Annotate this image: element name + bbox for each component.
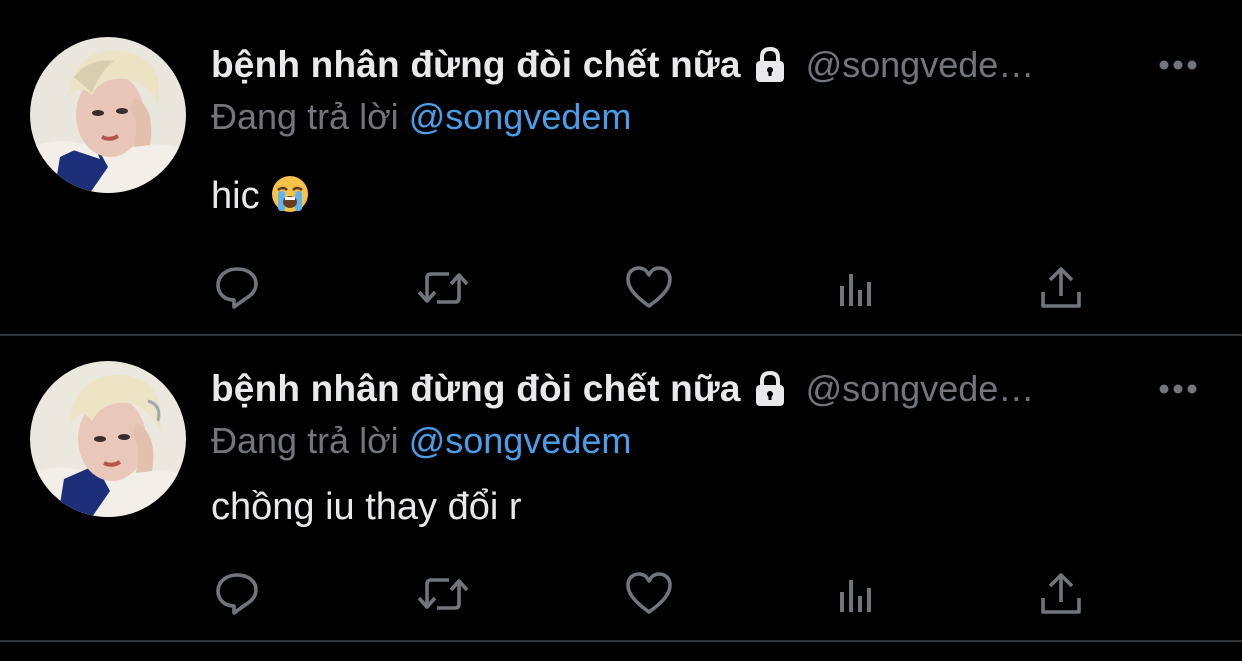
divider (0, 640, 1242, 642)
reply-mention[interactable]: @songvedem (409, 96, 632, 137)
more-dots-icon[interactable] (1158, 377, 1198, 401)
reply-context: Đang trả lời @songvedem (211, 96, 631, 138)
avatar[interactable] (30, 361, 186, 517)
lock-icon (751, 45, 789, 85)
handle: @songvede… (805, 44, 1035, 85)
tweet-text-content: chồng iu thay đổi r (211, 486, 522, 528)
action-bar (0, 566, 1242, 622)
tweet-text-content: hic (211, 175, 260, 217)
display-name[interactable]: bệnh nhân đừng đòi chết nữa (211, 368, 741, 410)
lock-icon (751, 369, 789, 409)
analytics-icon[interactable] (827, 566, 883, 622)
tweet-text: hic (211, 174, 310, 218)
loudly-crying-face-emoji (270, 174, 310, 214)
tweet-text: chồng iu thay đổi r (211, 486, 522, 529)
like-icon[interactable] (621, 566, 677, 622)
tweet[interactable]: bệnh nhân đừng đòi chết nữa @songvede… Đ… (0, 0, 1242, 336)
tweet-header: bệnh nhân đừng đòi chết nữa @songvede… (211, 44, 1132, 88)
reply-context: Đang trả lời @songvedem (211, 420, 631, 462)
share-icon[interactable] (1033, 566, 1089, 622)
reply-prefix: Đang trả lời (211, 96, 399, 137)
tweet-header: bệnh nhân đừng đòi chết nữa @songvede… (211, 368, 1132, 412)
handle: @songvede… (805, 368, 1035, 409)
tweet[interactable]: bệnh nhân đừng đòi chết nữa @songvede… Đ… (0, 306, 1242, 642)
reply-icon[interactable] (209, 566, 265, 622)
retweet-icon[interactable] (415, 566, 471, 622)
display-name[interactable]: bệnh nhân đừng đòi chết nữa (211, 44, 741, 86)
avatar[interactable] (30, 37, 186, 193)
more-dots-icon[interactable] (1158, 53, 1198, 77)
reply-prefix: Đang trả lời (211, 420, 399, 461)
reply-mention[interactable]: @songvedem (409, 420, 632, 461)
